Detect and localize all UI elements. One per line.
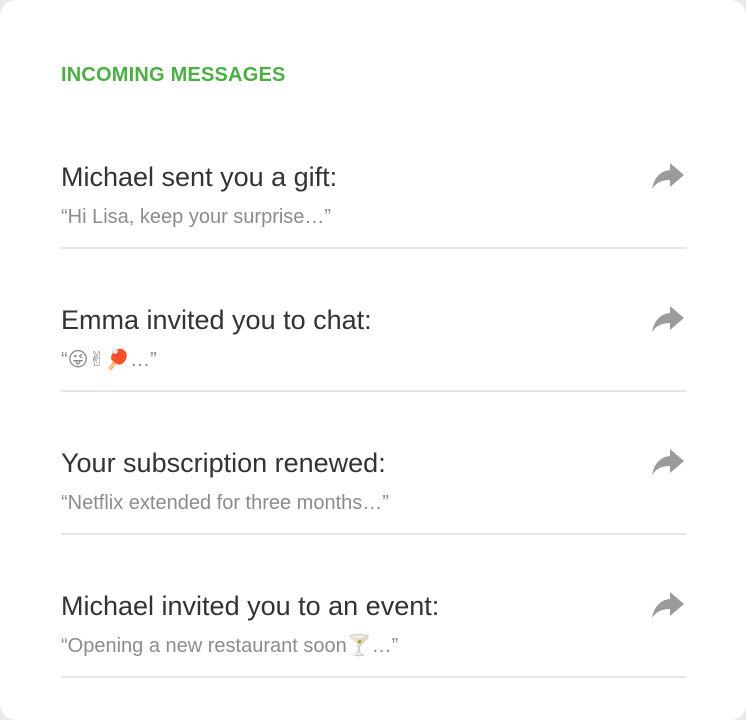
forward-button[interactable] <box>650 590 686 620</box>
message-title: Emma invited you to chat: <box>61 305 372 335</box>
forward-button[interactable] <box>650 447 686 477</box>
forward-arrow-icon <box>651 162 685 190</box>
message-list: Michael sent you a gift: “Hi Lisa, keep … <box>61 106 686 678</box>
message-item-gift[interactable]: Michael sent you a gift: “Hi Lisa, keep … <box>61 106 686 249</box>
message-preview: “Netflix extended for three months…” <box>61 492 389 514</box>
message-item-subscription[interactable]: Your subscription renewed: “Netflix exte… <box>61 392 686 535</box>
message-preview: “Hi Lisa, keep your surprise…” <box>61 206 332 228</box>
message-title: Your subscription renewed: <box>61 448 386 478</box>
message-title: Michael sent you a gift: <box>61 162 338 192</box>
forward-arrow-icon <box>651 591 685 619</box>
forward-button[interactable] <box>650 161 686 191</box>
message-item-event[interactable]: Michael invited you to an event: “Openin… <box>61 535 686 678</box>
message-title: Michael invited you to an event: <box>61 591 440 621</box>
forward-button[interactable] <box>650 304 686 334</box>
message-preview: “Opening a new restaurant soon🍸…” <box>61 635 399 657</box>
forward-arrow-icon <box>651 448 685 476</box>
messages-card: INCOMING MESSAGES Michael sent you a gif… <box>0 0 746 720</box>
message-preview: “😜✌🏓…” <box>61 349 157 371</box>
forward-arrow-icon <box>651 305 685 333</box>
message-item-chat[interactable]: Emma invited you to chat: “😜✌🏓…” <box>61 249 686 392</box>
section-title: INCOMING MESSAGES <box>61 64 286 86</box>
